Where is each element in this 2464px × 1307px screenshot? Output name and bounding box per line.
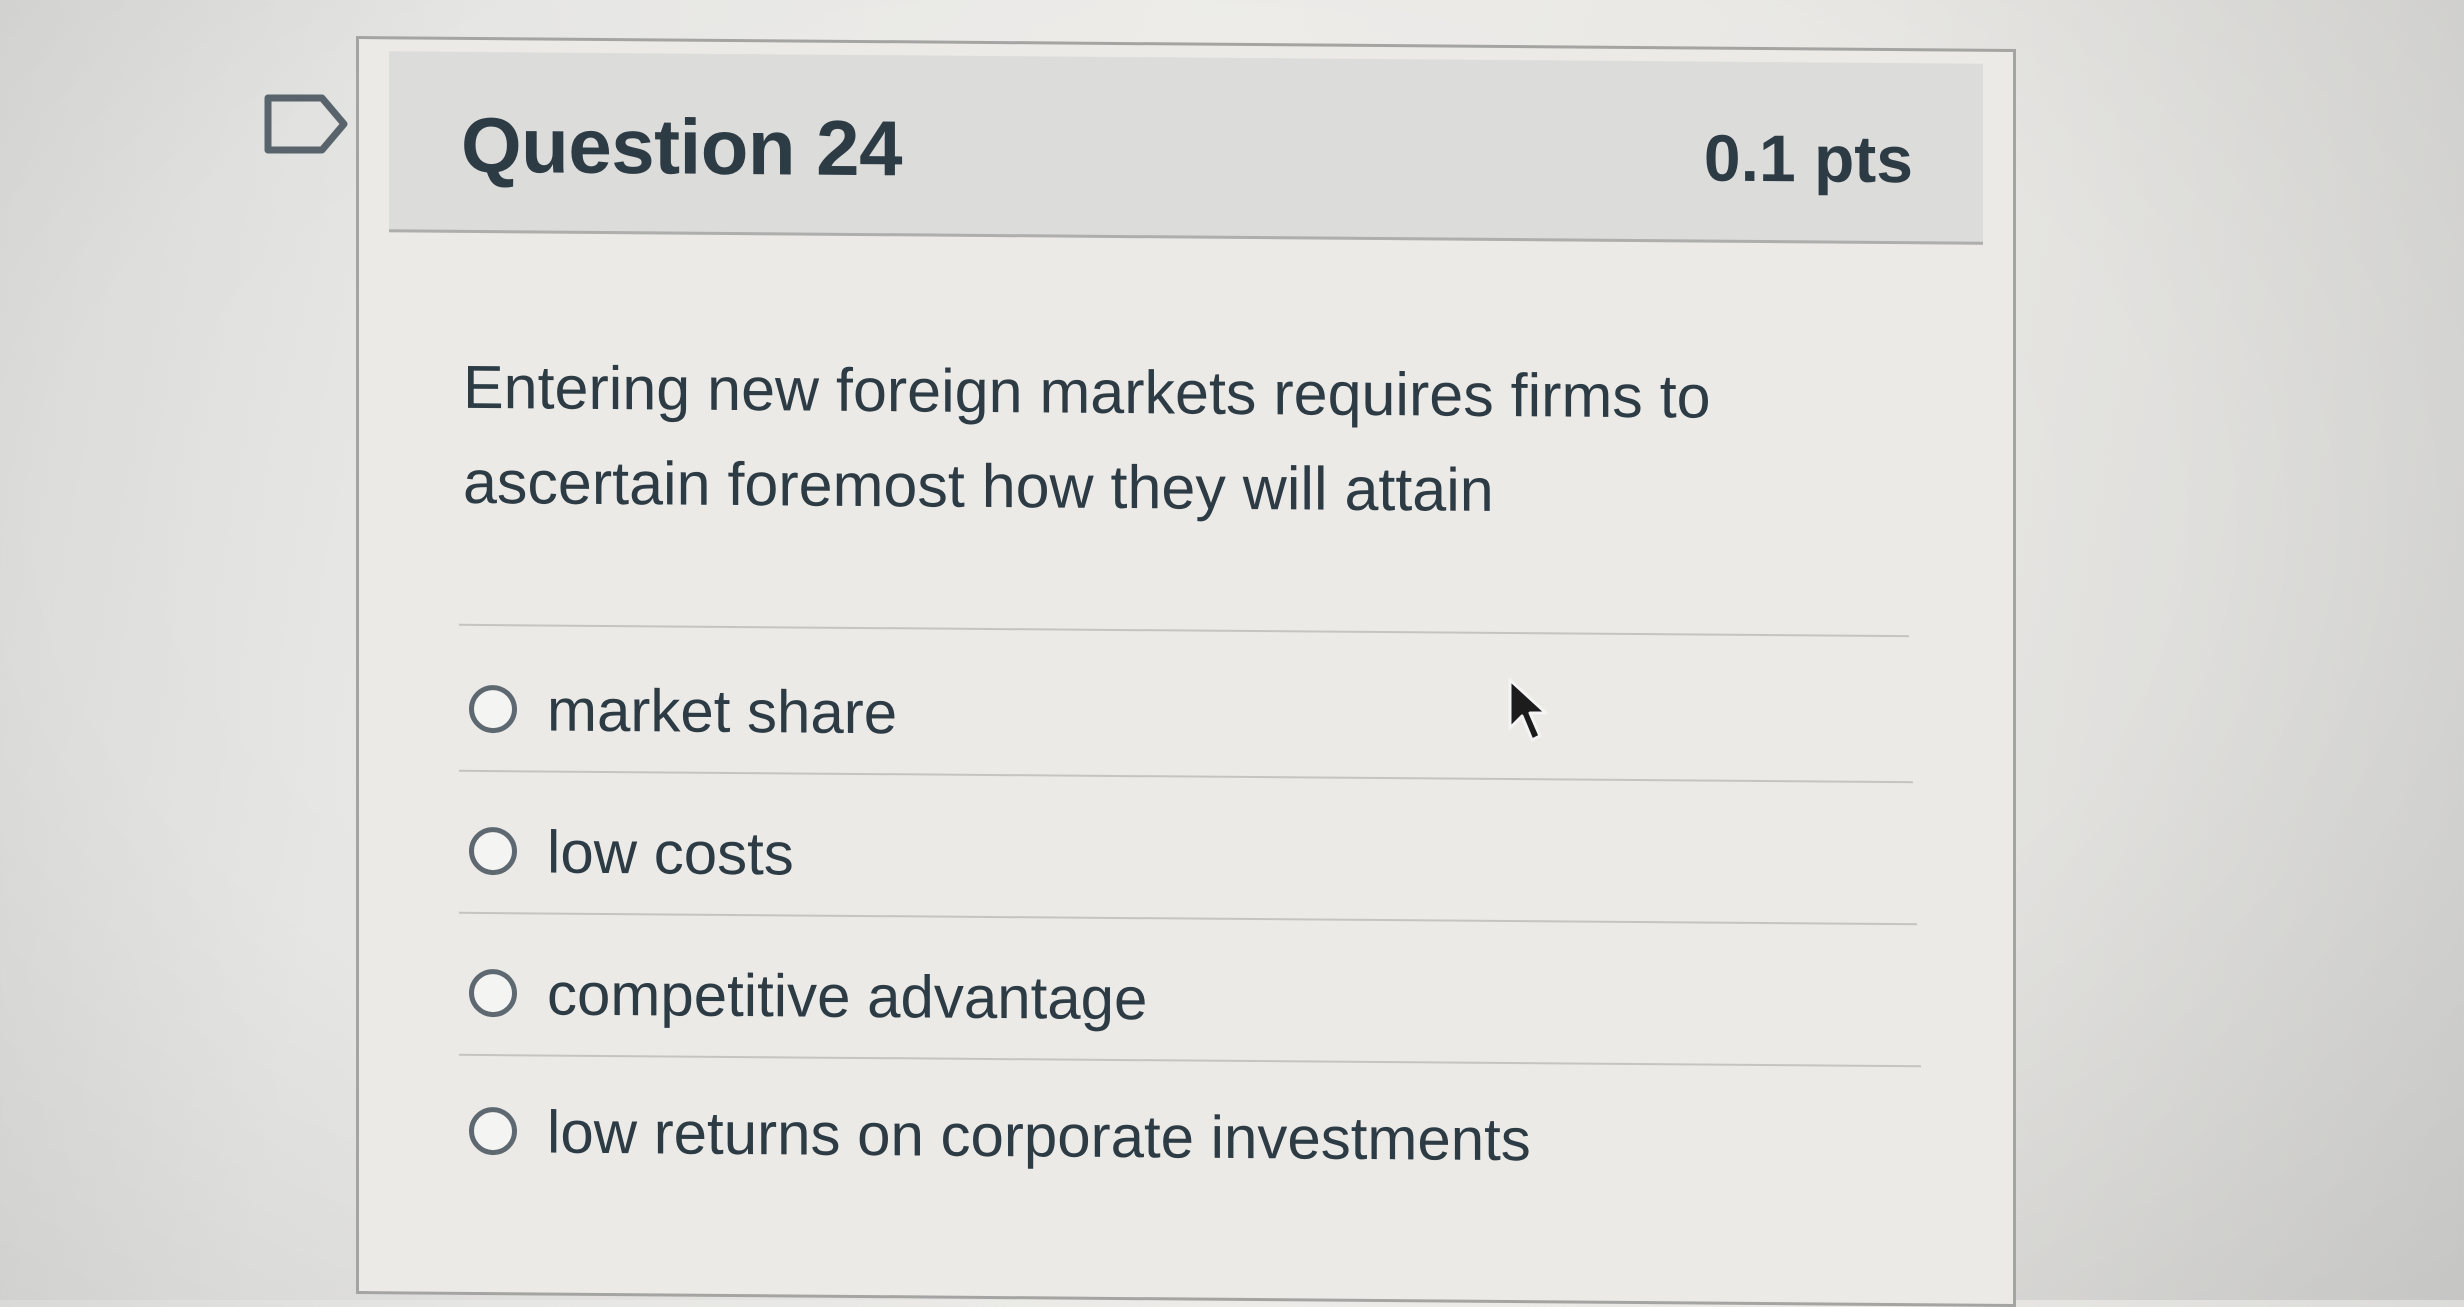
- answer-option-competitive-advantage[interactable]: competitive advantage: [469, 948, 1919, 1049]
- answers-divider-top: [459, 623, 1909, 638]
- question-card: Question 24 0.1 pts Entering new foreign…: [356, 36, 2016, 1307]
- question-points: 0.1 pts: [1703, 120, 1913, 197]
- question-prompt: Entering new foreign markets requires fi…: [463, 352, 1711, 524]
- answer-option-low-costs[interactable]: low costs: [469, 806, 1919, 907]
- answer-divider: [459, 911, 1917, 926]
- answer-label: competitive advantage: [547, 960, 1148, 1032]
- answer-label: low costs: [547, 818, 794, 887]
- answer-divider: [459, 769, 1913, 784]
- radio-button[interactable]: [469, 1106, 517, 1156]
- radio-button[interactable]: [469, 826, 517, 876]
- radio-button[interactable]: [469, 968, 517, 1018]
- question-title: Question 24: [461, 100, 902, 193]
- answer-label: market share: [547, 676, 898, 746]
- answer-divider: [459, 1053, 1921, 1068]
- mouse-pointer-icon: [1508, 678, 1548, 742]
- flag-question-icon[interactable]: [262, 92, 350, 156]
- question-header: Question 24 0.1 pts: [389, 51, 1983, 245]
- answer-option-market-share[interactable]: market share: [469, 664, 1919, 765]
- answer-option-low-returns[interactable]: low returns on corporate investments: [469, 1086, 1919, 1187]
- answer-label: low returns on corporate investments: [547, 1098, 1531, 1173]
- radio-button[interactable]: [469, 684, 517, 734]
